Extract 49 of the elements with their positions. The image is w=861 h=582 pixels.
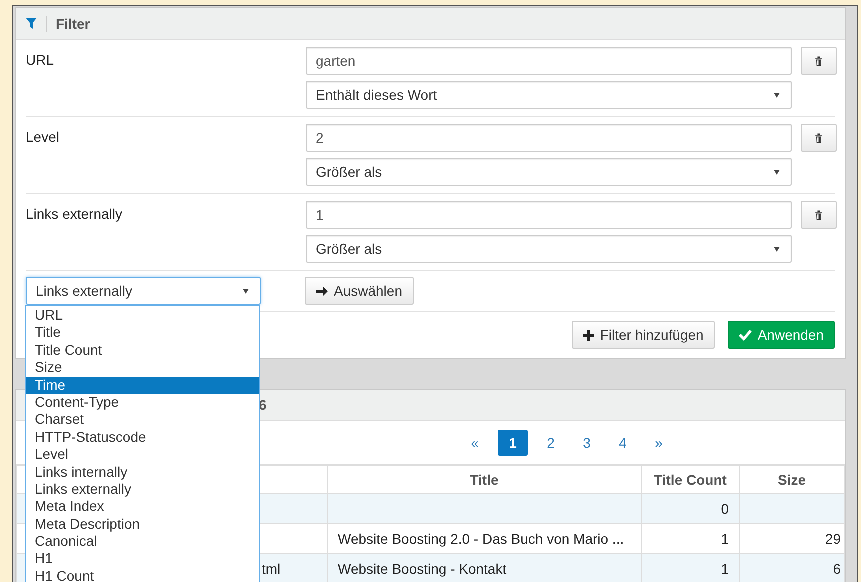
dropdown-option[interactable]: URL (26, 307, 259, 324)
caret-icon (774, 246, 780, 252)
operator-select[interactable]: Größer als (306, 235, 792, 263)
operator-select[interactable]: Enthält dieses Wort (306, 81, 792, 109)
table-cell: 6 (740, 554, 844, 582)
trash-icon (813, 54, 825, 68)
table-cell: 0 (642, 494, 740, 524)
field-label: Links externally (26, 205, 124, 224)
page-link[interactable]: 3 (574, 430, 600, 456)
field-label: URL (26, 51, 56, 70)
trash-icon (813, 208, 825, 222)
dropdown-option[interactable]: Title Count (26, 342, 259, 360)
dropdown-option[interactable]: Content-Type (26, 394, 259, 412)
delete-button[interactable] (801, 47, 837, 75)
dropdown-option[interactable]: Level (26, 446, 259, 464)
table-cell: 1 (642, 554, 740, 582)
dropdown-option[interactable]: H1 Count (26, 568, 259, 582)
page-link[interactable]: 4 (610, 430, 636, 456)
dropdown-option[interactable]: Meta Description (26, 516, 259, 534)
panel-title: Filter (56, 16, 90, 32)
caret-icon (774, 92, 780, 98)
field-label: Level (26, 128, 60, 147)
dropdown-option[interactable]: Size (26, 359, 259, 377)
dropdown-option[interactable]: Title (26, 324, 259, 342)
operator-select[interactable]: Größer als (306, 158, 792, 186)
caret-icon (774, 170, 780, 174)
page-link[interactable]: » (646, 430, 672, 456)
dropdown-option[interactable]: Charset (26, 411, 259, 429)
plus-icon (583, 330, 594, 340)
delete-button[interactable] (801, 201, 837, 229)
caret-icon (243, 288, 249, 294)
select-button[interactable]: Auswählen (305, 277, 414, 305)
dropdown-option[interactable]: Links externally (26, 480, 259, 498)
field-select[interactable]: Links externally (26, 277, 261, 305)
trash-icon (813, 132, 825, 144)
page-link[interactable]: 2 (538, 430, 564, 456)
filter-icon (26, 18, 37, 29)
table-cell: Website Boosting - Kontakt (328, 554, 642, 582)
page-link[interactable]: 1 (498, 430, 528, 456)
arrow-right-icon (316, 286, 328, 296)
page-link[interactable]: « (462, 430, 488, 456)
value-field[interactable]: 2 (306, 124, 792, 152)
delete-button[interactable] (801, 124, 837, 152)
add-filter-button[interactable]: Filter hinzufügen (572, 321, 715, 349)
dropdown-option[interactable]: HTTP-Statuscode (26, 428, 259, 446)
value-field[interactable]: garten (306, 47, 792, 75)
dropdown-option[interactable]: Time (26, 376, 259, 394)
value-field[interactable]: 1 (306, 201, 792, 229)
check-icon (738, 330, 752, 340)
